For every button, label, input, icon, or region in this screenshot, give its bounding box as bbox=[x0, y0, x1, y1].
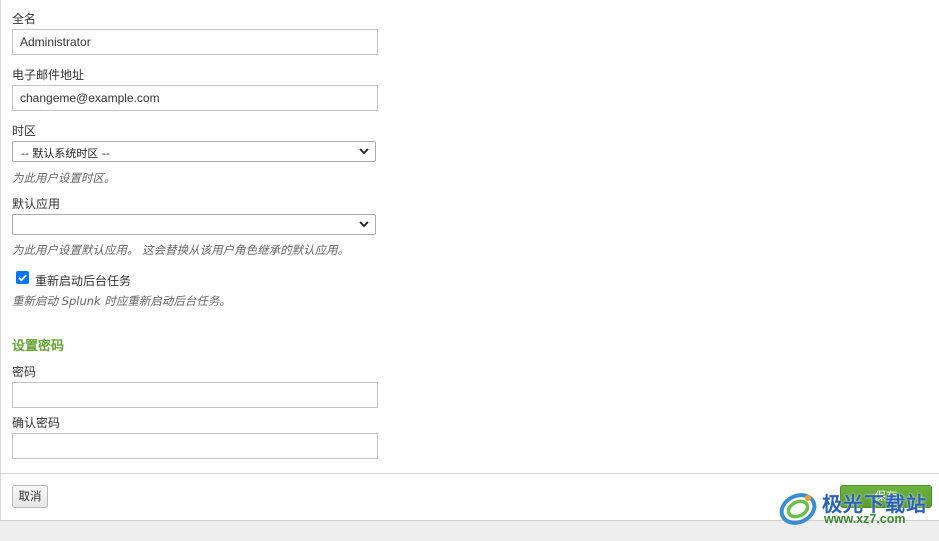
set-password-heading: 设置密码 bbox=[12, 339, 65, 354]
password-label: 密码 bbox=[12, 365, 37, 379]
timezone-select[interactable]: -- 默认系统时区 -- bbox=[12, 141, 376, 162]
restart-tasks-help: 重新启动 Splunk 时应重新启动后台任务。 bbox=[12, 294, 231, 308]
timezone-help: 为此用户设置时区。 bbox=[12, 171, 116, 185]
chevron-down-icon bbox=[359, 148, 369, 155]
email-input[interactable] bbox=[12, 85, 378, 111]
restart-tasks-label[interactable]: 重新启动后台任务 bbox=[35, 272, 131, 289]
fullname-label: 全名 bbox=[12, 12, 37, 26]
chevron-down-icon bbox=[359, 221, 369, 228]
save-button[interactable]: 保存 bbox=[840, 485, 932, 508]
confirm-password-label: 确认密码 bbox=[12, 416, 61, 430]
restart-tasks-checkbox[interactable] bbox=[16, 271, 29, 284]
timezone-label: 时区 bbox=[12, 124, 37, 138]
default-app-select[interactable] bbox=[12, 214, 376, 235]
confirm-password-input[interactable] bbox=[12, 433, 378, 459]
fullname-input[interactable] bbox=[12, 29, 378, 55]
checkmark-icon bbox=[18, 274, 27, 282]
default-app-help: 为此用户设置默认应用。 这会替换从该用户角色继承的默认应用。 bbox=[12, 243, 350, 257]
default-app-label: 默认应用 bbox=[12, 197, 61, 211]
cancel-button[interactable]: 取消 bbox=[12, 485, 48, 508]
password-input[interactable] bbox=[12, 382, 378, 408]
footer-divider bbox=[1, 473, 939, 474]
email-label: 电子邮件地址 bbox=[12, 68, 85, 82]
timezone-selected-value: -- 默认系统时区 -- bbox=[21, 147, 110, 160]
edit-user-panel: 全名 电子邮件地址 时区 -- 默认系统时区 -- 为此用户设置时区。 默认应用… bbox=[0, 0, 939, 521]
